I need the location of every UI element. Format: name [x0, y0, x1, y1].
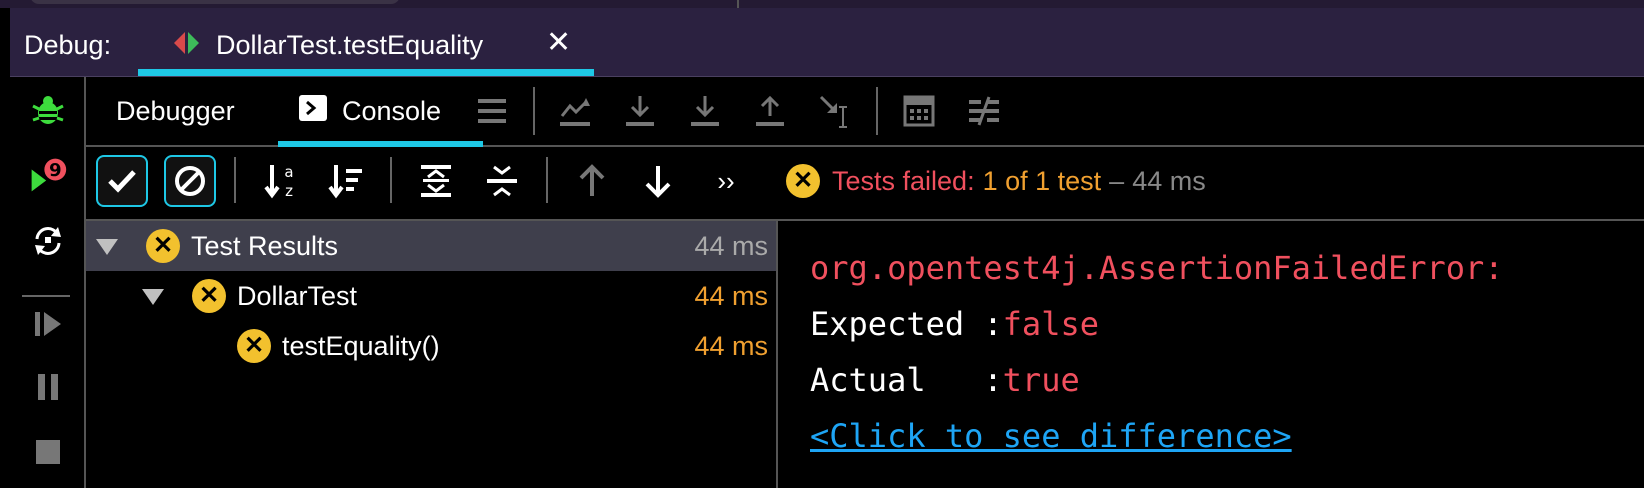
stop-icon[interactable]: [28, 432, 68, 472]
collapse-all-button[interactable]: [476, 155, 528, 207]
test-runner-toolbar: a z ›› ✕ Tests failed: 1 of 1 test – 44 …: [86, 147, 1644, 221]
show-execution-point-icon[interactable]: [555, 91, 595, 131]
status-time: 44 ms: [1132, 165, 1206, 196]
console-icon: [298, 94, 328, 129]
toolbar-divider: [533, 87, 535, 135]
close-icon[interactable]: ✕: [546, 28, 571, 58]
sort-alpha-icon: a z: [264, 163, 294, 199]
toolbar-divider: [390, 157, 392, 203]
resume-program-icon[interactable]: [28, 304, 68, 344]
status-dash: –: [1109, 165, 1125, 196]
debug-bug-icon[interactable]: [28, 91, 68, 131]
scroll-pill: [30, 0, 400, 4]
tree-time: 44 ms: [694, 280, 768, 311]
pause-program-icon[interactable]: [28, 367, 68, 407]
console-output[interactable]: org.opentest4j.AssertionFailedError: Exp…: [778, 221, 1644, 488]
tab-debugger[interactable]: Debugger: [116, 77, 235, 145]
toolbar-divider: [234, 157, 236, 203]
chevron-double-right-icon: ››: [717, 165, 735, 196]
step-over-icon[interactable]: [620, 91, 660, 131]
toolbar-divider: [876, 87, 878, 135]
more-actions-button[interactable]: ››: [700, 155, 752, 207]
collapse-all-icon: [487, 165, 517, 197]
run-to-cursor-icon[interactable]: [815, 91, 855, 131]
debug-tabs-toolbar: Debugger Console: [86, 77, 1644, 147]
actual-line: Actual :true: [810, 361, 1080, 399]
tree-label: DollarTest: [237, 280, 358, 311]
disclosure-triangle-icon[interactable]: [96, 239, 118, 255]
status-count: 1 of 1 test: [982, 165, 1102, 196]
step-out-icon[interactable]: [750, 91, 790, 131]
tree-time: 44 ms: [694, 230, 768, 261]
run-config-tab[interactable]: DollarTest.testEquality ✕: [138, 8, 594, 76]
sort-by-duration-button[interactable]: [320, 155, 372, 207]
rerun-icon[interactable]: 9: [28, 155, 68, 195]
diff-link-line: <Click to see difference>: [810, 417, 1292, 455]
disclosure-triangle-icon[interactable]: [142, 289, 164, 305]
tree-row[interactable]: ✕ testEquality() 44 ms: [86, 321, 776, 371]
toolbar-divider: [546, 157, 548, 203]
tab-underline: [138, 69, 594, 76]
error-line: org.opentest4j.AssertionFailedError:: [810, 249, 1504, 287]
debug-label: Debug:: [24, 30, 112, 60]
next-failed-test-button[interactable]: [632, 155, 684, 207]
expand-all-icon: [421, 165, 451, 197]
svg-text:a: a: [284, 163, 293, 181]
expand-all-button[interactable]: [410, 155, 462, 207]
test-status: ✕ Tests failed: 1 of 1 test – 44 ms: [786, 155, 1206, 207]
fail-icon: ✕: [786, 164, 820, 198]
show-ignored-toggle[interactable]: [164, 155, 216, 207]
sort-duration-icon: [328, 165, 362, 199]
tree-row[interactable]: ✕ DollarTest 44 ms: [86, 271, 776, 321]
actual-key: Actual :: [810, 361, 1003, 399]
see-difference-link[interactable]: <Click to see difference>: [810, 417, 1292, 455]
expected-key: Expected :: [810, 305, 1003, 343]
tree-time: 44 ms: [694, 330, 768, 361]
restore-layout-icon[interactable]: [28, 221, 68, 261]
svg-text:z: z: [285, 182, 293, 199]
ignored-icon: [175, 166, 205, 196]
tree-label: testEquality(): [282, 330, 440, 361]
tab-console-label: Console: [342, 95, 442, 126]
fail-icon: ✕: [237, 329, 271, 363]
expected-line: Expected :false: [810, 305, 1099, 343]
top-strip: [0, 0, 1644, 8]
previous-failed-test-button[interactable]: [566, 155, 618, 207]
tab-console[interactable]: Console: [278, 77, 483, 147]
test-results-tree: ✕ Test Results 44 ms ✕ DollarTest 44 ms …: [86, 221, 778, 488]
divider: [737, 0, 739, 8]
tree-label: Test Results: [191, 230, 339, 261]
fail-icon: ✕: [192, 279, 226, 313]
evaluate-expression-icon[interactable]: [899, 91, 939, 131]
sort-alphabetically-button[interactable]: a z: [256, 155, 308, 207]
tree-row[interactable]: ✕ Test Results 44 ms: [86, 221, 776, 271]
rerun-badge: 9: [49, 160, 62, 181]
tab-debugger-label: Debugger: [116, 95, 235, 126]
expected-value: false: [1002, 305, 1099, 343]
left-debug-toolbar: 9: [10, 77, 86, 488]
menu-lines-icon[interactable]: [472, 91, 512, 131]
trace-current-stream-icon[interactable]: [964, 91, 1004, 131]
step-into-icon[interactable]: [685, 91, 725, 131]
check-icon: [108, 170, 136, 193]
show-passed-toggle[interactable]: [96, 155, 148, 207]
status-prefix: Tests failed:: [832, 165, 975, 196]
arrow-down-icon: [645, 166, 671, 198]
toolbar-divider: [22, 295, 70, 297]
fail-icon: ✕: [146, 229, 180, 263]
run-config-tab-title: DollarTest.testEquality: [216, 30, 484, 60]
actual-value: true: [1002, 361, 1080, 399]
arrow-up-icon: [579, 164, 605, 196]
run-config-icon: [172, 30, 202, 61]
